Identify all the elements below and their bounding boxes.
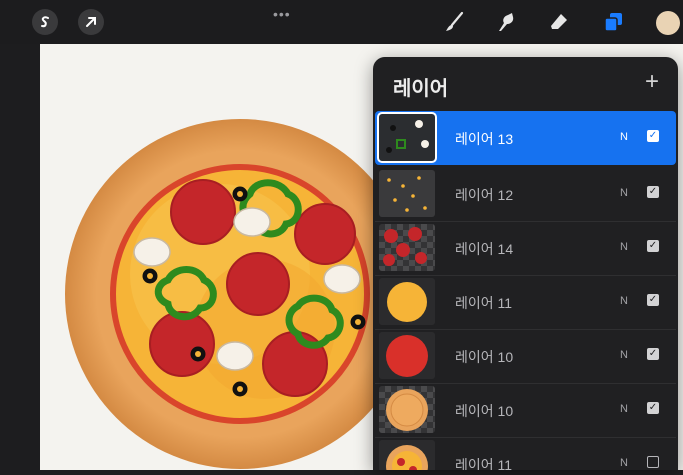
layer-row[interactable]: 레이어 11 N (375, 437, 676, 470)
layer-name: 레이어 12 (455, 187, 514, 203)
layer-row[interactable]: 레이어 10 N ✓ (375, 383, 676, 438)
blend-mode-button[interactable]: N (620, 241, 628, 253)
layer-row[interactable]: 레이어 13 N ✓ (375, 111, 676, 165)
layer-name: 레이어 10 (455, 403, 514, 419)
sidebar-rail[interactable] (0, 44, 40, 470)
brush-icon[interactable] (441, 9, 467, 35)
layer-row[interactable]: 레이어 10 N ✓ (375, 329, 676, 384)
blend-mode-button[interactable]: N (620, 403, 628, 415)
color-picker[interactable] (656, 11, 680, 35)
layer-row[interactable]: 레이어 11 N ✓ (375, 275, 676, 330)
layer-thumbnail (379, 332, 435, 379)
layer-thumbnail (379, 224, 435, 271)
visibility-checkbox[interactable]: ✓ (647, 402, 659, 414)
layer-name: 레이어 11 (455, 457, 513, 470)
layers-icon[interactable] (600, 9, 626, 35)
layer-name: 레이어 13 (455, 131, 514, 147)
add-layer-button[interactable]: + (639, 69, 665, 95)
visibility-checkbox[interactable]: ✓ (647, 348, 659, 360)
visibility-checkbox[interactable]: ✓ (647, 294, 659, 306)
top-toolbar: ••• (0, 0, 683, 44)
eraser-icon[interactable] (546, 9, 572, 35)
layer-thumbnail (379, 386, 435, 433)
layer-thumbnail (379, 170, 435, 217)
more-menu[interactable]: ••• (273, 6, 291, 22)
layer-thumbnail (377, 112, 437, 163)
layer-row[interactable]: 레이어 14 N ✓ (375, 221, 676, 276)
layer-name: 레이어 10 (455, 349, 514, 365)
blend-mode-button[interactable]: N (620, 457, 628, 469)
s-curve-icon[interactable] (32, 9, 58, 35)
visibility-checkbox[interactable]: ✓ (647, 186, 659, 198)
layer-thumbnail (379, 440, 435, 470)
layers-panel: 레이어 + 레이어 13 N ✓ 레이어 12 N ✓ 레이어 14 N ✓ 레… (373, 57, 678, 470)
visibility-checkbox[interactable] (647, 456, 659, 468)
layer-row[interactable]: 레이어 12 N ✓ (375, 167, 676, 222)
arrow-icon[interactable] (78, 9, 104, 35)
layer-name: 레이어 14 (455, 241, 514, 257)
panel-title: 레이어 (393, 78, 449, 100)
layer-name: 레이어 11 (455, 295, 513, 311)
blend-mode-button[interactable]: N (620, 187, 628, 199)
visibility-checkbox[interactable]: ✓ (647, 240, 659, 252)
blend-mode-button[interactable]: N (620, 349, 628, 361)
visibility-checkbox[interactable]: ✓ (647, 130, 659, 142)
blend-mode-button[interactable]: N (620, 295, 628, 307)
blend-mode-button[interactable]: N (620, 131, 628, 143)
layer-thumbnail (379, 278, 435, 325)
smudge-icon[interactable] (493, 9, 519, 35)
